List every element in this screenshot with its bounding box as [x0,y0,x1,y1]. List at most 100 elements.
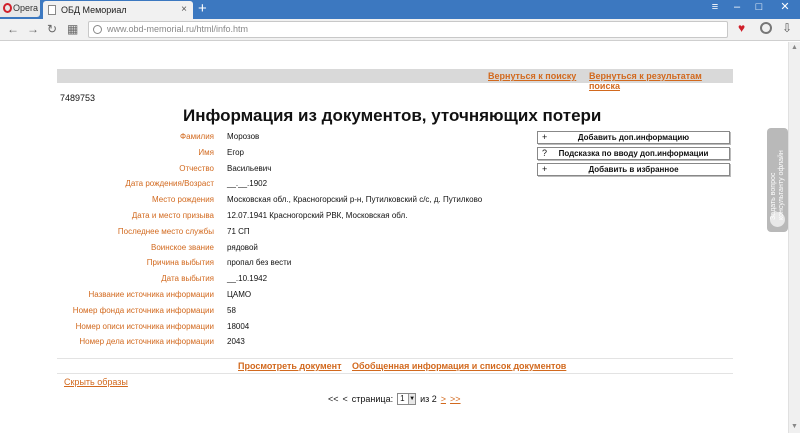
field-value: ЦАМО [227,290,252,299]
info-field-row: Фамилия Морозов [0,132,540,148]
hint-button[interactable]: ? Подсказка по вводу доп.информации [537,147,730,160]
field-value: __.10.1942 [227,274,268,284]
field-value: __.__.1902 [227,179,268,189]
chevron-down-icon: ▼ [408,394,416,404]
last-page-link[interactable]: >> [450,394,461,404]
next-page-link[interactable]: > [441,394,446,404]
close-window-icon[interactable]: ✕ [770,0,800,17]
info-field-row: Причина выбытия пропал без вести [0,258,540,274]
back-arrow-icon[interactable]: ← [7,22,19,36]
info-field-row: Имя Егор [0,148,540,164]
opera-menu-label: Opera [13,3,39,13]
page-count: из 2 [420,394,437,404]
info-field-row: Дата и место призыва 12.07.1941 Красногор… [0,211,540,227]
address-bar[interactable]: www.obd-memorial.ru/html/info.htm [88,21,728,38]
field-label: Воинское звание [151,242,214,252]
field-value: Московская обл., Красногорский р-н, Пути… [227,195,483,205]
extension-icon[interactable] [760,22,772,34]
back-to-results-link[interactable]: Вернуться к результатам поиска [589,71,733,91]
top-nav-bar: Вернуться к поиску Вернуться к результат… [57,69,733,91]
record-id: 7489753 [60,93,96,103]
page-content: Вернуться к поиску Вернуться к результат… [0,42,800,433]
hint-label: Подсказка по вводу доп.информации [558,149,709,158]
info-field-row: Номер фонда источника информации 58 [0,306,540,322]
field-label: Место рождения [152,195,214,205]
window-controls: ≡ – □ ✕ [704,0,800,17]
first-page-link[interactable]: << [328,394,339,404]
pagination: << < страница: 1 ▼ из 2 > >> [328,392,461,406]
field-label: Название источника информации [88,290,214,299]
document-links-bar: Просмотреть документ Обобщенная информац… [57,358,733,374]
field-value: рядовой [227,242,258,252]
view-document-link[interactable]: Просмотреть документ [238,361,342,371]
info-field-row: Отчество Васильевич [0,164,540,180]
field-label: Отчество [179,163,214,173]
forward-arrow-icon[interactable]: → [27,22,39,36]
browser-toolbar: ← → ↻ ▦ www.obd-memorial.ru/html/info.ht… [0,19,800,41]
url-domain: www.obd-memorial.ru [107,24,195,34]
ask-consultant-line1: Задать вопрос [770,172,777,220]
opera-logo-icon [3,3,12,13]
page-icon [48,5,56,15]
question-icon: ? [542,148,548,158]
hide-images-link[interactable]: Скрыть образы [64,377,128,387]
opera-menu-button[interactable]: Opera [0,0,40,17]
field-label: Имя [198,147,214,157]
field-value: 12.07.1941 Красногорский РВК, Московская… [227,211,408,220]
field-label: Фамилия [180,132,214,141]
field-value: Морозов [227,132,260,141]
page-title: Информация из документов, уточняющих пот… [183,106,602,125]
prev-page-link[interactable]: < [343,394,348,404]
back-to-search-link[interactable]: Вернуться к поиску [488,71,576,81]
info-field-row: Воинское звание рядовой [0,243,540,259]
download-icon[interactable]: ⇩ [782,21,792,35]
minimize-icon[interactable]: – [726,0,748,17]
maximize-icon[interactable]: □ [748,0,770,17]
add-info-label: Добавить доп.информацию [577,133,690,142]
tab-title: ОБД Мемориал [61,5,127,15]
scroll-up-icon[interactable]: ▲ [791,44,798,51]
field-label: Последнее место службы [117,226,214,236]
tab-close-icon[interactable]: × [181,4,187,15]
heart-icon[interactable]: ♥ [738,21,745,35]
tab-menu-icon[interactable]: ≡ [704,0,726,17]
info-field-row: Название источника информации ЦАМО [0,290,540,306]
add-info-button[interactable]: + Добавить доп.информацию [537,131,730,144]
add-favorites-button[interactable]: + Добавить в избранное [537,163,730,176]
info-field-row: Последнее место службы 71 СП [0,227,540,243]
field-value: Васильевич [227,163,272,173]
summary-link[interactable]: Обобщенная информация и список документо… [352,361,566,371]
browser-tabbar: Opera ОБД Мемориал × + ≡ – □ ✕ [0,0,800,19]
ask-consultant-widget[interactable]: Задать вопрос консультанту офлайн [767,128,788,232]
info-field-row: Номер описи источника информации 18004 [0,322,540,338]
field-label: Дата и место призыва [131,211,214,220]
reload-icon[interactable]: ↻ [47,22,57,36]
browser-tab[interactable]: ОБД Мемориал × [43,1,193,19]
page-select-value: 1 [400,394,405,403]
field-label: Номер дела источника информации [79,337,214,347]
field-value: 71 СП [227,226,250,236]
scroll-down-icon[interactable]: ▼ [791,423,798,430]
field-value: 2043 [227,337,245,347]
ask-consultant-line2: консультанту офлайн [778,150,785,220]
vertical-scrollbar[interactable]: ▲ ▼ [788,42,800,433]
info-field-row: Дата выбытия __.10.1942 [0,274,540,290]
field-value: Егор [227,147,244,157]
field-label: Причина выбытия [146,258,214,268]
page-select[interactable]: 1 ▼ [397,393,417,405]
new-tab-button[interactable]: + [198,1,207,17]
info-field-row: Номер дела источника информации 2043 [0,337,540,353]
info-field-row: Место рождения Московская обл., Красногор… [0,195,540,211]
field-label: Дата выбытия [161,274,214,284]
field-value: пропал без вести [227,258,292,268]
plus-icon: + [542,164,548,174]
site-info-icon[interactable] [93,25,102,34]
info-field-row: Дата рождения/Возраст __.__.1902 [0,179,540,195]
field-label: Номер описи источника информации [75,321,214,331]
url-path: /html/info.htm [194,24,249,34]
field-label: Дата рождения/Возраст [125,179,214,189]
plus-icon: + [542,132,548,142]
add-favorites-label: Добавить в избранное [588,165,679,174]
field-label: Номер фонда источника информации [72,305,214,315]
speed-dial-icon[interactable]: ▦ [67,22,78,36]
